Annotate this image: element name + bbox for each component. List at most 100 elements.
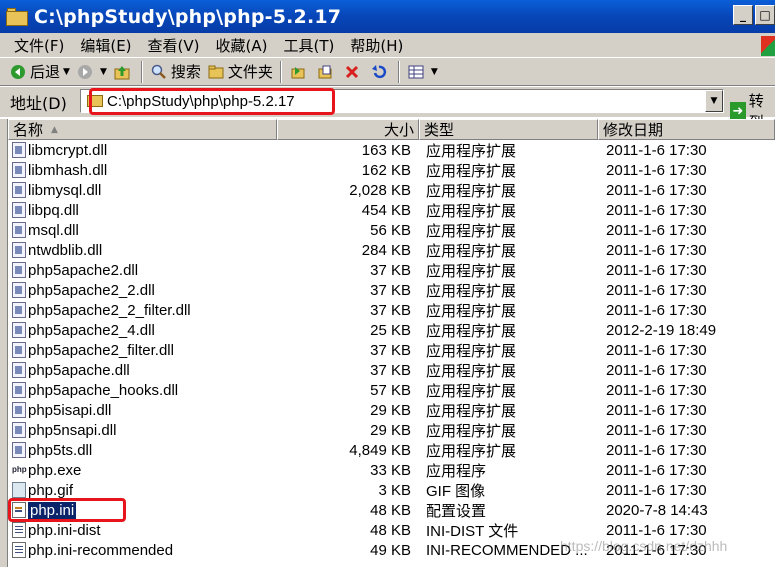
file-name-cell[interactable]: php5apache2_filter.dll (8, 342, 277, 359)
file-size-cell: 162 KB (361, 161, 411, 179)
file-row[interactable]: libmcrypt.dll 163 KB 应用程序扩展 2011-1-6 17:30 (8, 140, 775, 160)
file-name-cell[interactable]: php5nsapi.dll (8, 422, 277, 439)
column-header-size[interactable]: 大小 (277, 119, 419, 140)
file-date-cell: 2011-1-6 17:30 (606, 421, 707, 439)
dll-file-icon (12, 142, 26, 158)
menu-view[interactable]: 查看(V) (140, 35, 208, 56)
file-name: php5apache2_4.dll (28, 321, 155, 339)
forward-dropdown-icon[interactable]: ▼ (100, 67, 107, 77)
dll-file-icon (12, 382, 26, 398)
file-date-cell: 2011-1-6 17:30 (606, 241, 707, 259)
file-name-cell[interactable]: php5apache2_4.dll (8, 322, 277, 339)
file-name-cell[interactable]: php5ts.dll (8, 442, 277, 459)
views-button[interactable]: ▼ (404, 60, 441, 84)
file-name-cell[interactable]: ntwdblib.dll (8, 242, 277, 259)
file-row[interactable]: libmysql.dll 2,028 KB 应用程序扩展 2011-1-6 17:30 (8, 180, 775, 200)
column-header-type[interactable]: 类型 (419, 119, 598, 140)
file-row[interactable]: php5nsapi.dll 29 KB 应用程序扩展 2011-1-6 17:30 (8, 420, 775, 440)
file-size-cell: 49 KB (370, 541, 411, 559)
file-row[interactable]: php5apache2_4.dll 25 KB 应用程序扩展 2012-2-19 18… (8, 320, 775, 340)
views-dropdown-icon[interactable]: ▼ (431, 67, 438, 77)
menu-help[interactable]: 帮助(H) (342, 35, 411, 56)
copy-to-button[interactable] (313, 60, 340, 84)
file-name: php5apache_hooks.dll (28, 381, 179, 399)
file-size-cell: 4,849 KB (349, 441, 411, 459)
back-dropdown-icon[interactable]: ▼ (63, 67, 70, 77)
folders-label: 文件夹 (227, 63, 273, 81)
file-size-cell: 37 KB (370, 301, 411, 319)
forward-button[interactable]: ▼ (73, 60, 110, 84)
folders-button[interactable]: 文件夹 (204, 60, 276, 84)
address-dropdown-icon[interactable]: ▼ (705, 90, 723, 112)
file-name-cell[interactable]: libmhash.dll (8, 162, 277, 179)
file-row[interactable]: php5apache.dll 37 KB 应用程序扩展 2011-1-6 17:30 (8, 360, 775, 380)
menu-tools[interactable]: 工具(T) (275, 35, 342, 56)
file-row[interactable]: php5isapi.dll 29 KB 应用程序扩展 2011-1-6 17:30 (8, 400, 775, 420)
file-name: php.ini-dist (28, 521, 101, 539)
dll-file-icon (12, 342, 26, 358)
dll-file-icon (12, 442, 26, 458)
column-header-date[interactable]: 修改日期 (598, 119, 775, 140)
file-row[interactable]: php5ts.dll 4,849 KB 应用程序扩展 2011-1-6 17:30 (8, 440, 775, 460)
file-row[interactable]: php.ini-dist 48 KB INI-DIST 文件 2011-1-6 17:… (8, 520, 775, 540)
dll-file-icon (12, 202, 26, 218)
file-size-cell: 37 KB (370, 281, 411, 299)
file-name-cell[interactable]: libpq.dll (8, 202, 277, 219)
txt-file-icon (12, 542, 26, 558)
left-pane-edge (0, 119, 8, 567)
file-row[interactable]: php5apache2_2.dll 37 KB 应用程序扩展 2011-1-6 17:… (8, 280, 775, 300)
undo-button[interactable] (367, 60, 394, 84)
delete-button[interactable] (340, 60, 367, 84)
file-row[interactable]: php5apache2_2_filter.dll 37 KB 应用程序扩展 2011-… (8, 300, 775, 320)
file-name-cell[interactable]: php5apache2_2.dll (8, 282, 277, 299)
file-date-cell: 2011-1-6 17:30 (606, 441, 707, 459)
file-row[interactable]: libpq.dll 454 KB 应用程序扩展 2011-1-6 17:30 (8, 200, 775, 220)
file-name-cell[interactable]: libmcrypt.dll (8, 142, 277, 159)
search-button[interactable]: 搜索 (147, 60, 204, 84)
file-row[interactable]: php5apache_hooks.dll 57 KB 应用程序扩展 2011-1-6 … (8, 380, 775, 400)
file-type-cell: 应用程序扩展 (426, 222, 517, 240)
file-size-cell: 57 KB (370, 381, 411, 399)
windows-logo-icon (761, 36, 775, 56)
delete-x-icon (343, 63, 361, 81)
file-name-cell[interactable]: php php.exe (8, 462, 277, 479)
menu-file[interactable]: 文件(F) (6, 35, 72, 56)
file-name-cell[interactable]: php5apache_hooks.dll (8, 382, 277, 399)
file-row[interactable]: php5apache2_filter.dll 37 KB 应用程序扩展 2011-1-… (8, 340, 775, 360)
menu-bar: 文件(F) 编辑(E) 查看(V) 收藏(A) 工具(T) 帮助(H) (0, 33, 775, 58)
file-type-cell: 应用程序扩展 (426, 262, 517, 280)
file-name-cell[interactable]: msql.dll (8, 222, 277, 239)
file-name-cell[interactable]: php5apache2.dll (8, 262, 277, 279)
file-size-cell: 29 KB (370, 421, 411, 439)
file-name-cell[interactable]: php5isapi.dll (8, 402, 277, 419)
file-row[interactable]: libmhash.dll 162 KB 应用程序扩展 2011-1-6 17:30 (8, 160, 775, 180)
move-to-icon (289, 63, 307, 81)
up-folder-button[interactable] (110, 60, 137, 84)
file-row[interactable]: php php.exe 33 KB 应用程序 2011-1-6 17:30 (8, 460, 775, 480)
maximize-button[interactable]: □ (755, 5, 775, 25)
file-row[interactable]: php5apache2.dll 37 KB 应用程序扩展 2011-1-6 17:30 (8, 260, 775, 280)
window-title: C:\phpStudy\php\php-5.2.17 (34, 5, 342, 28)
file-row[interactable]: msql.dll 56 KB 应用程序扩展 2011-1-6 17:30 (8, 220, 775, 240)
file-name-cell[interactable]: php.ini-dist (8, 522, 277, 539)
file-date-cell: 2011-1-6 17:30 (606, 221, 707, 239)
file-name-cell[interactable]: libmysql.dll (8, 182, 277, 199)
file-type-cell: 应用程序扩展 (426, 342, 517, 360)
file-date-cell: 2011-1-6 17:30 (606, 301, 707, 319)
menu-favorites[interactable]: 收藏(A) (208, 35, 276, 56)
copy-to-icon (316, 63, 334, 81)
file-row[interactable]: php.gif 3 KB GIF 图像 2011-1-6 17:30 (8, 480, 775, 500)
column-header-name[interactable]: 名称 ▲ (8, 119, 277, 140)
file-type-cell: 应用程序扩展 (426, 402, 517, 420)
file-name-cell[interactable]: php5apache2_2_filter.dll (8, 302, 277, 319)
minimize-button[interactable]: _ (733, 5, 753, 25)
toolbar-separator (279, 60, 282, 83)
menu-edit[interactable]: 编辑(E) (72, 35, 139, 56)
exe-file-icon: php (12, 462, 27, 478)
file-name-cell[interactable]: php.ini-recommended (8, 542, 277, 559)
file-name-cell[interactable]: php5apache.dll (8, 362, 277, 379)
file-row[interactable]: ntwdblib.dll 284 KB 应用程序扩展 2011-1-6 17:30 (8, 240, 775, 260)
move-to-button[interactable] (286, 60, 313, 84)
file-name-cell[interactable]: php.gif (8, 482, 277, 499)
back-button[interactable]: 后退 ▼ (6, 60, 73, 84)
